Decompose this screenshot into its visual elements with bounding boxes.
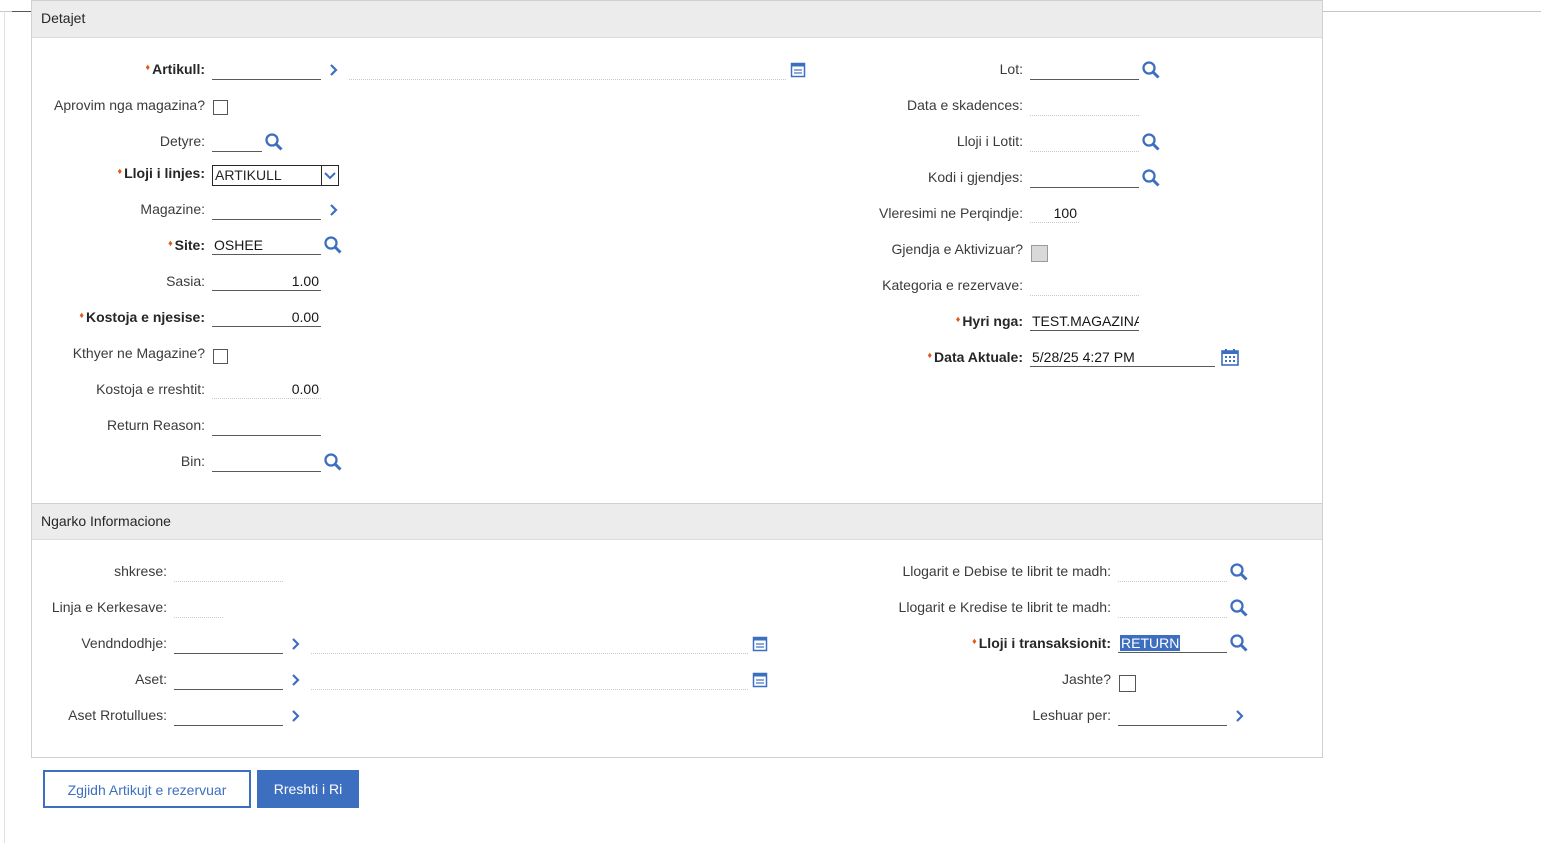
site-input[interactable]: OSHEE bbox=[212, 235, 321, 255]
lloji-linjes-select[interactable]: ARTIKULL bbox=[212, 165, 339, 186]
aset-description bbox=[311, 670, 748, 690]
data-skadences-label: Data e skadences: bbox=[907, 97, 1023, 113]
site-label: ♦ Site: bbox=[168, 237, 205, 253]
lloji-lotit-value bbox=[1030, 132, 1139, 152]
kostoja-njesise-label: ♦ Kostoja e njesise: bbox=[79, 309, 205, 325]
hyri-nga-input[interactable]: TEST.MAGAZINA bbox=[1030, 311, 1139, 331]
transaksionit-selected-text: RETURN bbox=[1120, 635, 1181, 651]
bin-label: Bin: bbox=[180, 453, 205, 469]
jashte-checkbox[interactable] bbox=[1119, 675, 1136, 692]
data-skadences-value bbox=[1030, 96, 1139, 116]
return-reason-label: Return Reason: bbox=[106, 417, 205, 433]
shkrese-value bbox=[174, 562, 283, 582]
vleresimi-value: 100 bbox=[1030, 203, 1079, 223]
aprovim-checkbox[interactable] bbox=[213, 100, 228, 115]
sasia-label: Sasia: bbox=[166, 273, 205, 289]
kategoria-value bbox=[1030, 276, 1139, 296]
chevron-down-icon[interactable] bbox=[321, 166, 338, 185]
kredise-label: Llogarit e Kredise te librit te madh: bbox=[898, 599, 1111, 615]
transaksionit-label: ♦ Lloji i transaksionit: bbox=[972, 635, 1111, 651]
return-reason-input[interactable] bbox=[212, 416, 321, 436]
details-section-title: Detajet bbox=[41, 10, 86, 26]
debise-value bbox=[1118, 562, 1227, 582]
vleresimi-label: Vleresimi ne Perqindje: bbox=[879, 205, 1023, 221]
aset-chevron-right-icon[interactable] bbox=[286, 670, 306, 690]
artikull-chevron-right-icon[interactable] bbox=[324, 60, 344, 80]
lot-label: Lot: bbox=[999, 61, 1023, 77]
aset-rrotullues-chevron-right-icon[interactable] bbox=[286, 706, 306, 726]
long-description-icon[interactable] bbox=[788, 60, 808, 80]
lloji-linjes-label: ♦ Lloji i linjes: bbox=[117, 165, 206, 181]
data-aktuale-input[interactable]: 5/28/25 4:27 PM bbox=[1030, 347, 1215, 367]
vendndodhje-input[interactable] bbox=[174, 634, 283, 654]
linja-kerkesave-value bbox=[174, 598, 223, 618]
gjendja-aktivizuar-label: Gjendja e Aktivizuar? bbox=[891, 241, 1023, 257]
bin-magnifier-icon[interactable] bbox=[323, 452, 343, 472]
aset-rrotullues-input[interactable] bbox=[174, 706, 283, 726]
leshuar-chevron-right-icon[interactable] bbox=[1230, 706, 1250, 726]
data-aktuale-label: ♦ Data Aktuale: bbox=[927, 349, 1023, 365]
kodi-gjendjes-input[interactable] bbox=[1030, 168, 1139, 188]
kodi-gjendjes-label: Kodi i gjendjes: bbox=[928, 169, 1023, 185]
lot-input[interactable] bbox=[1030, 60, 1139, 80]
kodi-gjendjes-magnifier-icon[interactable] bbox=[1141, 168, 1161, 188]
transaksionit-magnifier-icon[interactable] bbox=[1229, 633, 1249, 653]
kthyer-checkbox[interactable] bbox=[213, 349, 228, 364]
kredise-magnifier-icon[interactable] bbox=[1229, 598, 1249, 618]
magazine-label: Magazine: bbox=[140, 201, 205, 217]
site-magnifier-icon[interactable] bbox=[323, 235, 343, 255]
vendndodhje-label: Vendndodhje: bbox=[81, 635, 167, 651]
sasia-input[interactable]: 1.00 bbox=[212, 271, 321, 291]
magazine-chevron-right-icon[interactable] bbox=[324, 200, 344, 220]
aprovim-label: Aprovim nga magazina? bbox=[54, 97, 205, 113]
magazine-input[interactable] bbox=[212, 200, 321, 220]
vendndodhje-description bbox=[311, 634, 748, 654]
vendndodhje-chevron-right-icon[interactable] bbox=[286, 634, 306, 654]
transaksionit-input[interactable]: RETURN bbox=[1118, 633, 1227, 653]
detyre-input[interactable] bbox=[212, 132, 262, 152]
lloji-lotit-magnifier-icon[interactable] bbox=[1141, 132, 1161, 152]
leshuar-input[interactable] bbox=[1118, 706, 1227, 726]
detyre-magnifier-icon[interactable] bbox=[264, 132, 284, 152]
kostoja-rreshtit-value: 0.00 bbox=[212, 379, 321, 399]
aset-input[interactable] bbox=[174, 670, 283, 690]
select-reserved-items-button[interactable]: Zgjidh Artikujt e rezervuar bbox=[43, 770, 251, 808]
gjendja-aktivizuar-checkbox bbox=[1031, 245, 1048, 262]
artikull-description bbox=[349, 60, 786, 80]
artikull-label: ♦ Artikull: bbox=[145, 61, 205, 77]
lloji-lotit-label: Lloji i Lotit: bbox=[956, 133, 1023, 149]
debise-label: Llogarit e Debise te librit te madh: bbox=[902, 563, 1111, 579]
leshuar-label: Leshuar per: bbox=[1032, 707, 1111, 723]
details-section-header: Detajet bbox=[32, 1, 1322, 38]
aset-long-description-icon[interactable] bbox=[750, 670, 770, 690]
lot-magnifier-icon[interactable] bbox=[1141, 60, 1161, 80]
linja-kerkesave-label: Linja e Kerkesave: bbox=[51, 599, 167, 615]
new-row-button[interactable]: Rreshti i Ri bbox=[257, 770, 359, 808]
artikull-input[interactable] bbox=[212, 60, 321, 80]
kredise-value bbox=[1118, 598, 1227, 618]
kategoria-label: Kategoria e rezervave: bbox=[882, 277, 1023, 293]
kostoja-njesise-input[interactable]: 0.00 bbox=[212, 307, 321, 327]
calendar-icon[interactable] bbox=[1220, 347, 1240, 367]
page-border bbox=[4, 11, 5, 843]
aset-rrotullues-label: Aset Rrotullues: bbox=[68, 707, 167, 723]
vendndodhje-long-description-icon[interactable] bbox=[750, 634, 770, 654]
shkrese-label: shkrese: bbox=[114, 563, 167, 579]
hyri-nga-label: ♦ Hyri nga: bbox=[955, 313, 1023, 329]
load-section-header: Ngarko Informacione bbox=[32, 504, 1322, 540]
bin-input[interactable] bbox=[212, 452, 321, 472]
kostoja-rreshtit-label: Kostoja e rreshtit: bbox=[96, 381, 205, 397]
jashte-label: Jashte? bbox=[1061, 671, 1111, 687]
debise-magnifier-icon[interactable] bbox=[1229, 562, 1249, 582]
lloji-linjes-value: ARTIKULL bbox=[215, 167, 282, 183]
load-section-title: Ngarko Informacione bbox=[41, 513, 171, 529]
detyre-label: Detyre: bbox=[159, 133, 205, 149]
kthyer-label: Kthyer ne Magazine? bbox=[72, 345, 205, 361]
aset-label: Aset: bbox=[135, 671, 167, 687]
